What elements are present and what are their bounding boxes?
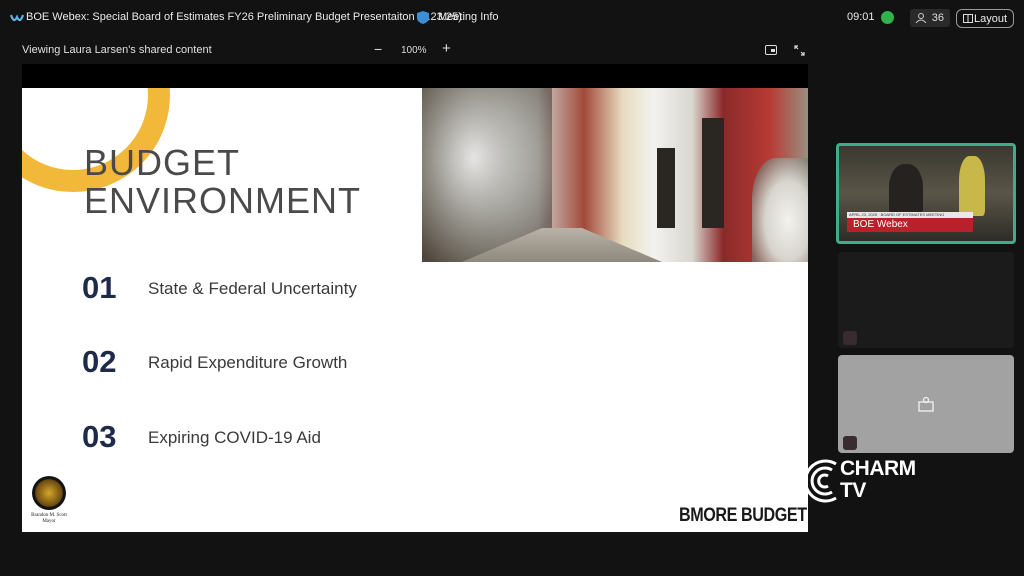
video-person (889, 164, 923, 214)
item-text: State & Federal Uncertainty (148, 279, 357, 298)
item-number: 03 (82, 419, 117, 454)
popout-icon[interactable] (765, 45, 777, 55)
item-text: Expiring COVID-19 Aid (148, 428, 321, 447)
mic-muted-icon (843, 331, 857, 345)
meeting-title: BOE Webex: Special Board of Estimates FY… (26, 11, 462, 23)
item-text: Rapid Expenditure Growth (148, 353, 348, 372)
meeting-info-button[interactable]: Meeting Info (438, 11, 499, 23)
title-bar: BOE Webex: Special Board of Estimates FY… (0, 0, 1024, 36)
video-tile[interactable] (838, 252, 1014, 348)
zoom-in-button[interactable]: + (442, 40, 451, 57)
charm-tv-watermark: CHARM TV (840, 458, 916, 502)
layout-icon (963, 14, 973, 23)
video-participant-name: BOE Webex (853, 219, 908, 230)
participants-button[interactable]: 36 (910, 9, 950, 27)
item-number: 02 (82, 344, 117, 379)
layout-button[interactable]: Layout (956, 9, 1014, 28)
video-person (959, 156, 985, 216)
shield-icon[interactable] (416, 10, 430, 25)
presentation-slide: BUDGET ENVIRONMENT 01 State & Federal Un… (22, 88, 808, 532)
participants-icon (915, 13, 927, 23)
camera-off-icon (918, 396, 934, 412)
network-status-icon[interactable] (881, 11, 894, 24)
video-tile-active-speaker[interactable]: APRIL 23, 2025 · BOARD OF ESTIMATES MEET… (836, 143, 1016, 244)
watermark-line: TV (840, 479, 866, 502)
slide-title-line: ENVIRONMENT (84, 180, 362, 221)
photo-flowers (752, 158, 808, 262)
mic-muted-icon (843, 436, 857, 450)
fullscreen-icon[interactable] (794, 45, 805, 56)
participant-count: 36 (931, 12, 944, 24)
zoom-out-button[interactable]: − (374, 41, 382, 57)
city-seal-logo (32, 476, 66, 510)
rowhouse-photo (422, 88, 808, 262)
watermark-line: CHARM (840, 457, 916, 480)
shared-content-label: Viewing Laura Larsen's shared content (22, 44, 212, 56)
charm-tv-logo-icon (806, 459, 837, 503)
photo-door (702, 118, 724, 228)
photo-door (657, 148, 675, 228)
webex-icon (10, 14, 24, 22)
slide-title: BUDGET ENVIRONMENT (84, 144, 361, 220)
layout-label: Layout (973, 12, 1007, 25)
mayor-title: Mayor (42, 519, 56, 524)
bmore-budget-logo: BMORE BUDGET (679, 505, 807, 526)
slide-title-line: BUDGET (84, 142, 241, 183)
meeting-clock: 09:01 (847, 11, 875, 23)
zoom-level[interactable]: 100% (401, 45, 427, 56)
mayor-caption: Brandon M. Scott Mayor (24, 513, 74, 525)
share-toolbar: Viewing Laura Larsen's shared content − … (0, 40, 820, 62)
item-number: 01 (82, 270, 117, 305)
